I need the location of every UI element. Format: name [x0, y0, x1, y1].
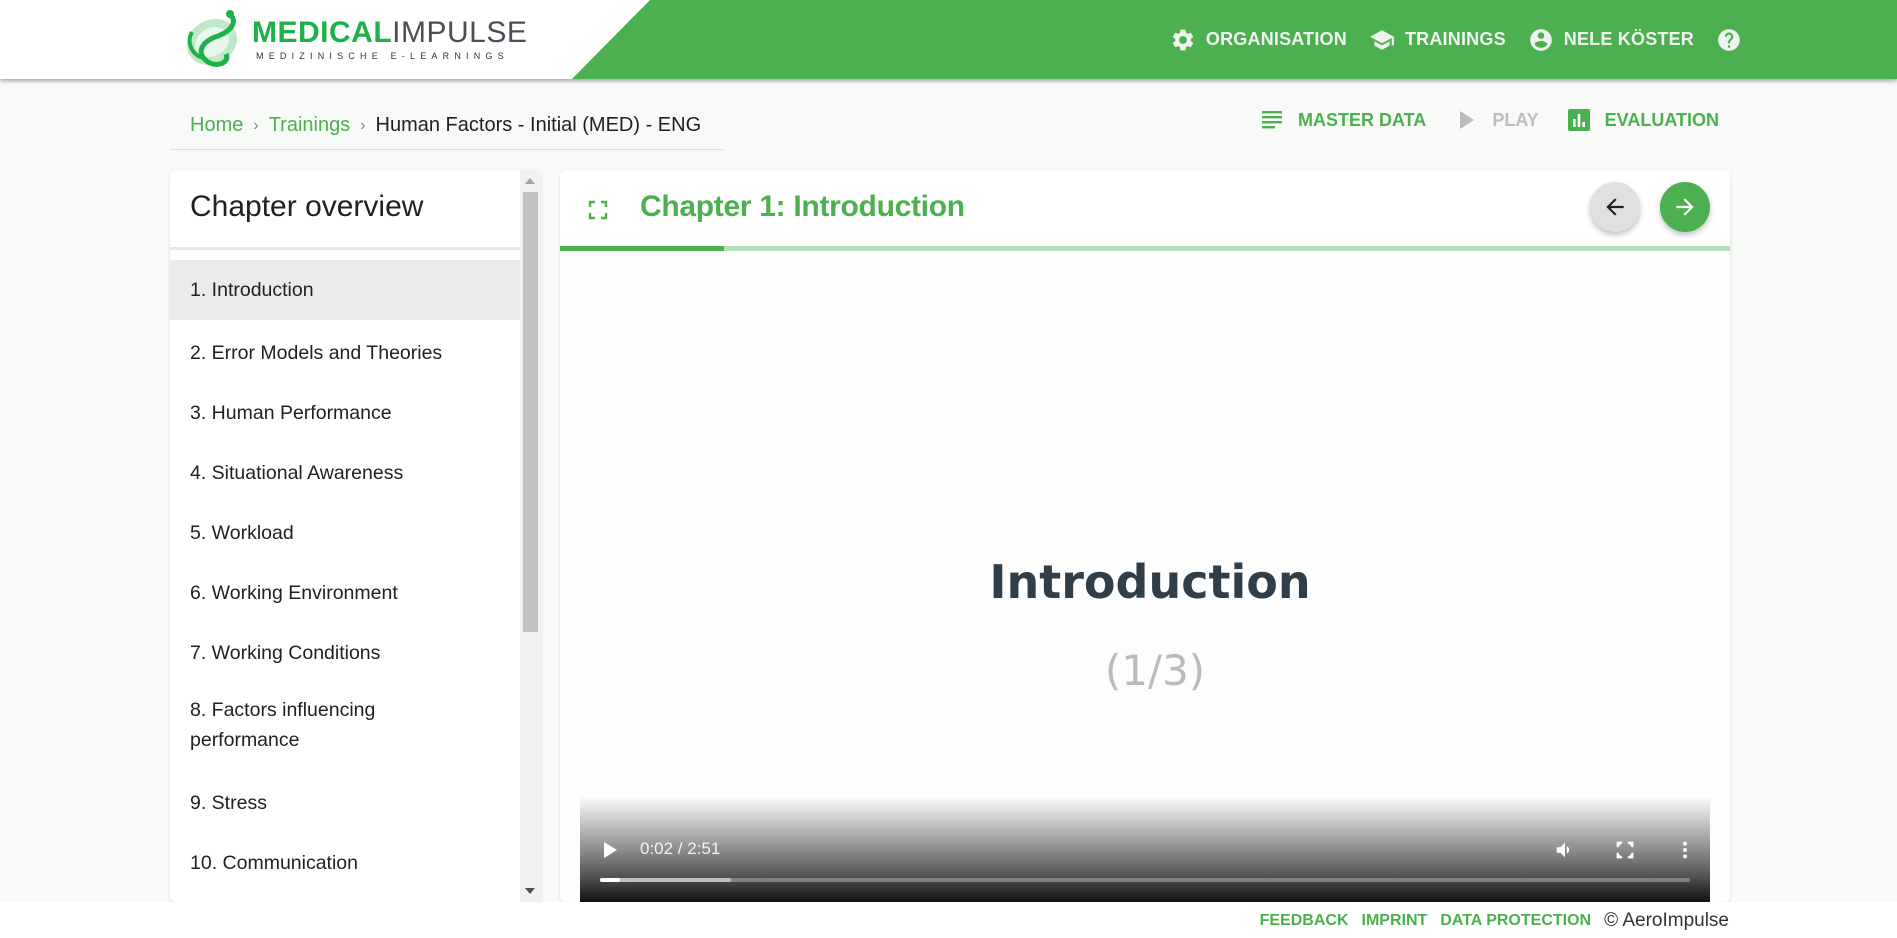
breadcrumb-separator: › [253, 117, 259, 134]
footer-imprint-link[interactable]: IMPRINT [1362, 912, 1428, 930]
help-circle-icon [1718, 28, 1740, 51]
chapter-progress-fill [560, 246, 724, 251]
breadcrumb-home[interactable]: Home [190, 114, 243, 137]
nav-trainings[interactable]: TRAININGS [1369, 27, 1506, 53]
brand-name-primary: MEDICAL [252, 16, 393, 49]
chapter-title: Chapter 1: Introduction [640, 190, 965, 223]
nav-trainings-label: TRAININGS [1404, 29, 1506, 49]
chapter-item[interactable]: 3. Human Performance [170, 380, 520, 440]
chapter-item[interactable]: 9. Stress [170, 770, 520, 830]
breadcrumb-separator: › [360, 117, 366, 134]
volume-icon [1556, 842, 1570, 858]
arrow-left-icon [1606, 198, 1624, 216]
account-circle-icon [1529, 28, 1552, 51]
video-seek-bar[interactable] [600, 878, 1690, 882]
subnav-master-data[interactable]: MASTER DATA [1260, 108, 1426, 132]
chapter-item[interactable]: 10. Communication [170, 830, 520, 890]
chapter-item[interactable]: 2. Error Models and Theories [170, 320, 520, 380]
app-header: MEDICALIMPULSE MEDIZINISCHE E-LEARNINGS … [0, 0, 1897, 79]
chapter-item[interactable]: 1. Introduction [170, 260, 520, 320]
video-played-range [600, 878, 620, 882]
scroll-up-arrow-icon[interactable] [525, 178, 535, 184]
fullscreen-expand-icon[interactable] [588, 200, 608, 220]
slide-title: Introduction [989, 555, 1311, 609]
slide-counter: (1/3) [1104, 646, 1206, 695]
footer-data-protection-link[interactable]: DATA PROTECTION [1440, 912, 1591, 930]
training-subnav: MASTER DATA PLAY EVALUATION [1260, 108, 1719, 132]
scroll-down-arrow-icon[interactable] [525, 888, 535, 894]
gear-icon [1172, 29, 1194, 50]
previous-button[interactable] [1590, 182, 1640, 232]
chapter-item[interactable]: 7. Working Conditions [170, 620, 520, 680]
play-icon [1460, 111, 1475, 129]
bar-chart-icon [1567, 109, 1590, 131]
volume-button[interactable] [1550, 835, 1580, 865]
video-more-options-button[interactable] [1670, 835, 1700, 865]
subnav-play[interactable]: PLAY [1454, 108, 1539, 132]
breadcrumb: Home › Trainings › Human Factors - Initi… [170, 108, 723, 150]
nav-organisation[interactable]: ORGANISATION [1170, 27, 1347, 53]
chapter-overview-title: Chapter overview [170, 170, 520, 250]
chapter-content-card: Chapter 1: Introduction Introduction (1/… [560, 170, 1730, 902]
fullscreen-icon [1616, 841, 1634, 859]
breadcrumb-trainings[interactable]: Trainings [269, 114, 351, 137]
copyright-text: © AeroImpulse [1604, 910, 1729, 931]
arrow-right-icon [1676, 198, 1694, 216]
nav-organisation-label: ORGANISATION [1205, 29, 1347, 49]
chapter-item[interactable]: 6. Working Environment [170, 560, 520, 620]
video-time-display: 0:02 / 2:51 [640, 839, 721, 858]
help-button[interactable] [1716, 27, 1742, 53]
chapter-item[interactable]: 8. Factors influencing performance [170, 680, 400, 770]
nav-user-name: NELE KÖSTER [1563, 29, 1694, 49]
breadcrumb-current: Human Factors - Initial (MED) - ENG [375, 114, 702, 136]
brand-tagline: MEDIZINISCHE E-LEARNINGS [256, 51, 509, 61]
video-buffered-range [600, 878, 731, 882]
footer-feedback-link[interactable]: FEEDBACK [1260, 912, 1349, 930]
chapter-overview-panel: Chapter overview 1. Introduction 2. Erro… [170, 170, 541, 902]
video-fullscreen-button[interactable] [1610, 835, 1640, 865]
chapter-item[interactable]: 5. Workload [170, 500, 520, 560]
top-navigation: ORGANISATION TRAININGS NELE KÖSTER [1170, 0, 1742, 79]
chapter-list: 1. Introduction 2. Error Models and Theo… [170, 260, 520, 890]
chapter-item[interactable]: 4. Situational Awareness [170, 440, 520, 500]
chapter-progress-bar [560, 246, 1730, 251]
brand-name-secondary: IMPULSE [392, 16, 528, 49]
video-play-icon[interactable] [604, 842, 617, 858]
chapter-header: Chapter 1: Introduction [560, 170, 1730, 251]
graduation-cap-icon [1370, 29, 1394, 50]
page-footer: FEEDBACK IMPRINT DATA PROTECTION © AeroI… [0, 902, 1897, 938]
next-button[interactable] [1660, 182, 1710, 232]
brand-logo[interactable]: MEDICALIMPULSE MEDIZINISCHE E-LEARNINGS [178, 8, 527, 70]
subnav-master-data-label: MASTER DATA [1297, 109, 1427, 130]
subnav-evaluation[interactable]: EVALUATION [1567, 108, 1719, 132]
chapter-list-scrollbar[interactable] [520, 170, 541, 902]
nav-user-profile[interactable]: NELE KÖSTER [1528, 27, 1694, 53]
caduceus-logo-icon [178, 8, 250, 70]
subnav-play-label: PLAY [1492, 109, 1539, 130]
subnav-evaluation-label: EVALUATION [1604, 109, 1719, 130]
more-vertical-icon [1682, 841, 1688, 859]
list-icon [1261, 111, 1282, 129]
scrollbar-thumb[interactable] [523, 192, 538, 632]
video-player-controls: 0:02 / 2:51 [580, 795, 1710, 902]
